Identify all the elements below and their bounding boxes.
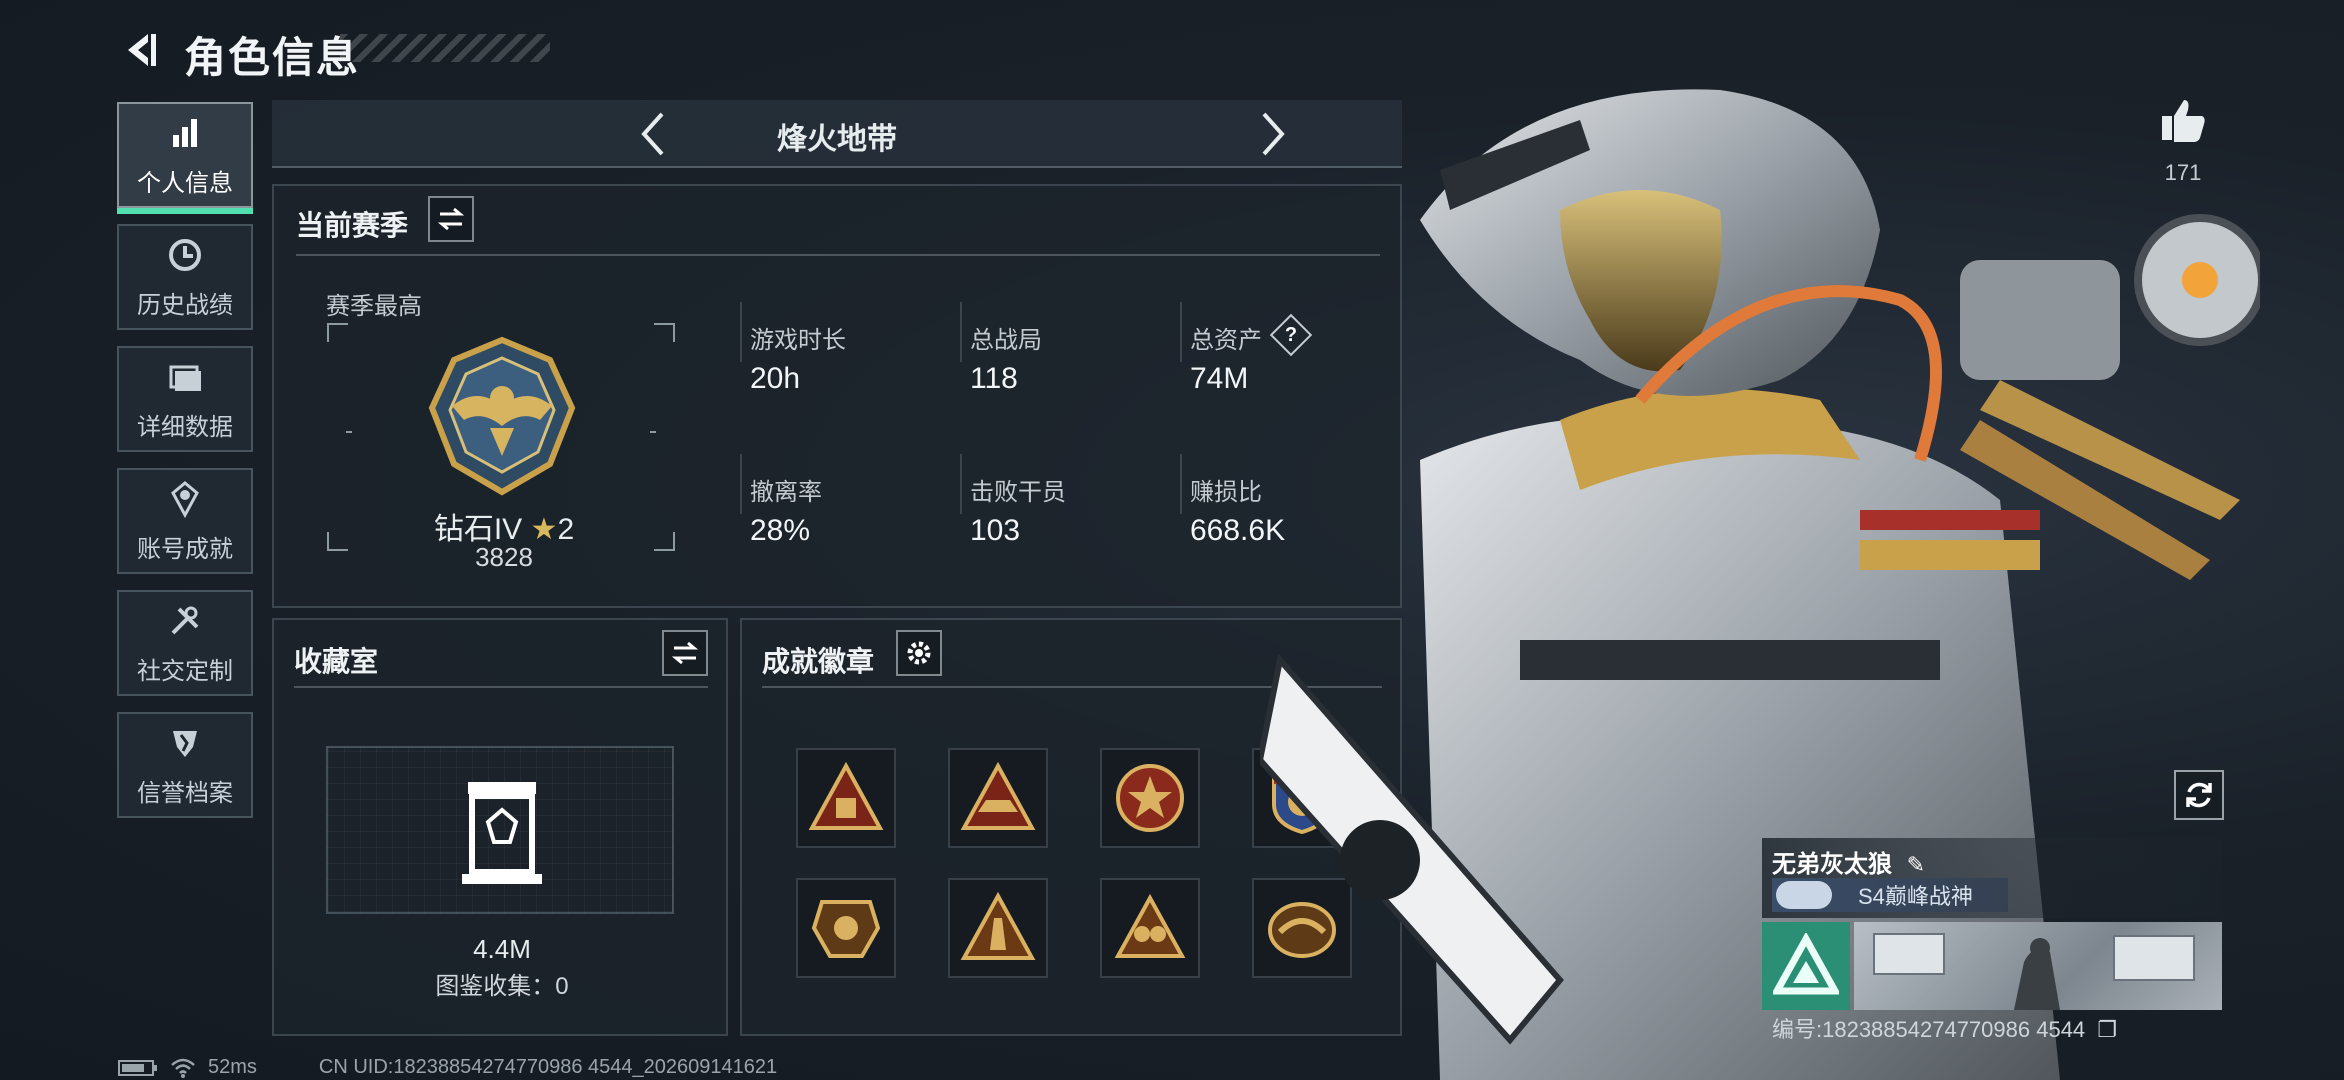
stat-label: 赚损比: [1190, 479, 1262, 506]
sidebar-item-details[interactable]: 详细数据: [117, 346, 253, 452]
ping: 52ms: [208, 1056, 257, 1078]
swap-icon: [671, 641, 699, 665]
sidebar-item-label: 社交定制: [137, 657, 233, 685]
season-panel: 当前赛季 赛季最高 钻石IV ★2 3828 游戏时长 20h 总战局 118 …: [272, 184, 1402, 608]
player-banner: [1854, 922, 2222, 1010]
divider: [296, 254, 1380, 256]
sidebar-item-label: 信誉档案: [137, 779, 233, 807]
achievement-badge[interactable]: [948, 748, 1048, 848]
sidebar-item-social[interactable]: 社交定制: [117, 590, 253, 696]
badge-2-icon: [960, 761, 1036, 830]
mode-selector: 烽火地带: [272, 100, 1402, 168]
title-decoration: [340, 34, 550, 62]
badge-5-icon: [811, 900, 881, 958]
back-arrow-icon: [128, 34, 156, 66]
stat-label: 撤离率: [750, 479, 822, 506]
stat-label: 总战局: [970, 327, 1042, 354]
copy-icon[interactable]: ❐: [2097, 1017, 2117, 1042]
stat-separator: [740, 454, 742, 514]
like-count: 171: [2164, 160, 2202, 185]
uid-line: CN UID:18238854274770986 4544_2026091416…: [318, 1056, 778, 1078]
collection-count: 图鉴收集：0: [435, 973, 569, 1000]
sidebar-item-achievements[interactable]: 账号成就: [117, 468, 253, 574]
stat-separator: [1180, 302, 1182, 362]
rank-score: 3828: [475, 542, 533, 572]
collection-preview[interactable]: [326, 746, 674, 914]
season-best-label: 赛季最高: [326, 293, 422, 320]
shield-icon: [173, 730, 197, 757]
badge-1-icon: [808, 761, 884, 830]
collection-panel: 收藏室 4.4M 图鉴收集：0: [272, 618, 728, 1036]
sidebar-item-personal-info[interactable]: 个人信息: [117, 102, 253, 214]
badge-3-icon: [1116, 764, 1184, 832]
mode-name: 烽火地带: [777, 123, 897, 156]
achievement-badge[interactable]: [948, 878, 1048, 978]
display-case-icon: [462, 782, 542, 884]
stat-label: 总资产: [1190, 327, 1262, 354]
stat-separator: [1180, 454, 1182, 514]
player-name: 无弟灰太狼 ✎: [1772, 844, 1925, 879]
refresh-button[interactable]: [2174, 770, 2224, 820]
thumbs-up-icon: [2162, 100, 2205, 142]
stat-value: 74M: [1190, 362, 1249, 395]
back-button[interactable]: [112, 22, 168, 78]
stat-separator: [960, 302, 962, 362]
player-title: S4巅峰战神: [1858, 884, 1973, 909]
player-uid-text: 编号:18238854274770986 4544: [1772, 1017, 2086, 1042]
collection-title: 收藏室: [294, 646, 379, 677]
bar-chart-icon: [173, 118, 197, 147]
stat-label: 击败干员: [970, 479, 1066, 506]
season-title: 当前赛季: [296, 210, 409, 241]
stat-value: 103: [970, 514, 1021, 547]
triangle-logo-icon: [1773, 933, 1839, 995]
collection-switch-button[interactable]: [662, 630, 708, 676]
achievement-badge[interactable]: [1100, 748, 1200, 848]
clock-icon: [169, 238, 201, 271]
wrench-icon: [171, 606, 199, 634]
swap-icon: [437, 207, 465, 231]
stat-separator: [960, 454, 962, 514]
sidebar-item-history[interactable]: 历史战绩: [117, 224, 253, 330]
wifi-icon: [171, 1058, 195, 1078]
banner-artwork: [1873, 933, 2195, 1010]
player-title-badge: S4巅峰战神: [1772, 878, 2008, 912]
refresh-icon: [2186, 782, 2212, 808]
rank-logo: [1762, 922, 1850, 1010]
stat-value: 28%: [750, 514, 811, 547]
title-emblem-icon: [1776, 881, 1832, 909]
sidebar-item-label: 账号成就: [137, 535, 233, 563]
stat-label: 游戏时长: [750, 327, 846, 354]
stat-separator: [740, 302, 742, 362]
badge-settings-button[interactable]: [896, 630, 942, 676]
gear-icon: [907, 641, 931, 665]
edit-icon[interactable]: ✎: [1907, 852, 1925, 877]
achievement-badge[interactable]: [1100, 878, 1200, 978]
player-card: 无弟灰太狼 ✎ S4巅峰战神 编号:18238854274770986 4544…: [1762, 838, 2222, 1048]
achievement-badge[interactable]: [796, 878, 896, 978]
battery-icon: [118, 1059, 157, 1076]
medal-icon: [171, 480, 199, 518]
achievement-badge[interactable]: [796, 748, 896, 848]
player-uid: 编号:18238854274770986 4544 ❐: [1772, 1012, 2117, 1044]
status-bar: 52ms CN UID:18238854274770986 4544_20260…: [118, 1056, 777, 1079]
sidebar-item-credit[interactable]: 信誉档案: [117, 712, 253, 818]
badge-7-icon: [1114, 893, 1186, 958]
stat-value: 118: [970, 362, 1018, 395]
badges-title: 成就徽章: [762, 646, 875, 677]
like-button[interactable]: [2158, 96, 2208, 146]
folder-icon: [169, 365, 201, 391]
sidebar-item-label: 历史战绩: [137, 291, 233, 319]
season-switch-button[interactable]: [428, 196, 474, 242]
collection-value: 4.4M: [473, 934, 531, 964]
stat-value: 20h: [750, 362, 801, 395]
player-name-text: 无弟灰太狼: [1772, 851, 1892, 878]
diamond-rank-emblem-icon: [428, 336, 576, 496]
sidebar-item-label: 个人信息: [137, 169, 233, 197]
sidebar-item-label: 详细数据: [137, 413, 233, 441]
page-title: 角色信息: [184, 34, 361, 81]
badge-6-icon: [960, 891, 1036, 960]
divider: [294, 686, 708, 688]
